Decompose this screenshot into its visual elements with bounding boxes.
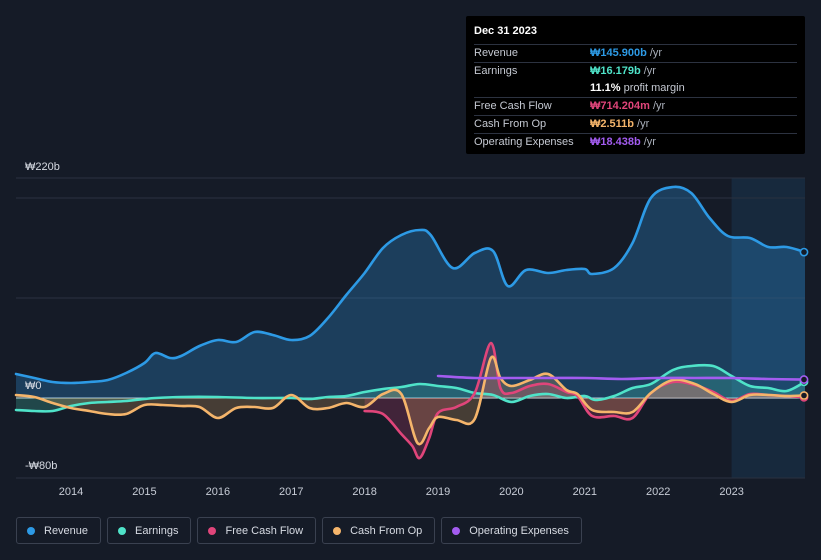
x-tick-label: 2018 (352, 486, 376, 498)
legend-label: Cash From Op (350, 524, 423, 537)
tooltip-unit: /yr (637, 118, 650, 130)
x-tick-label: 2017 (279, 486, 303, 498)
tooltip-label: Revenue (474, 47, 519, 59)
cash-from-op-end-marker (799, 391, 809, 400)
legend-label: Operating Expenses (469, 524, 569, 537)
tooltip-value: 11.1% (590, 82, 621, 94)
tooltip-row-revenue: Revenue ₩145.900b /yr (474, 44, 797, 62)
tooltip-value: ₩16.179b (590, 65, 641, 77)
cash-from-op-dot-icon (333, 526, 342, 535)
tooltip-unit: /yr (643, 136, 656, 148)
legend-item-operating-expenses[interactable]: Operating Expenses (441, 517, 582, 544)
legend-item-revenue[interactable]: Revenue (16, 517, 102, 544)
tooltip-unit: /yr (652, 100, 666, 112)
tooltip-row-margin: 11.1% profit margin (474, 80, 797, 97)
tooltip-unit: /yr (643, 65, 656, 77)
tooltip-label: Free Cash Flow (474, 100, 552, 112)
tooltip-row-opex: Operating Expenses ₩18.438b /yr (474, 133, 797, 151)
tooltip-row-fcf: Free Cash Flow ₩714.204m /yr (474, 97, 797, 115)
x-tick-label: 2022 (646, 486, 670, 498)
tooltip-value: ₩18.438b (590, 136, 641, 148)
legend-label: Earnings (135, 524, 179, 537)
tooltip-label: Operating Expenses (474, 136, 574, 148)
tooltip-unit: /yr (649, 47, 663, 59)
tooltip-label (474, 80, 590, 97)
y-axis-zero-label: ₩0 (25, 380, 42, 392)
y-axis-top-label: ₩220b (25, 161, 60, 173)
x-tick-label: 2019 (426, 486, 450, 498)
legend-label: Revenue (44, 524, 89, 537)
tooltip-unit: profit margin (623, 82, 685, 94)
revenue-dot-icon (27, 526, 35, 535)
legend-item-cash-from-op[interactable]: Cash From Op (322, 517, 436, 544)
legend: Revenue Earnings Free Cash Flow Cash Fro… (16, 517, 582, 544)
tooltip-date: Dec 31 2023 (474, 25, 537, 37)
earnings-dot-icon (118, 526, 127, 535)
tooltip-row-earnings: Earnings ₩16.179b /yr (474, 62, 797, 80)
legend-item-free-cash-flow[interactable]: Free Cash Flow (197, 517, 317, 544)
tooltip-value: ₩714.204m (590, 100, 650, 112)
operating-expenses-end-marker (799, 375, 809, 384)
y-axis-bottom-label: -₩80b (25, 460, 58, 472)
tooltip-value: ₩145.900b (590, 47, 647, 59)
tooltip-label: Cash From Op (474, 118, 547, 130)
x-tick-label: 2021 (573, 486, 597, 498)
x-tick-label: 2020 (499, 486, 523, 498)
x-tick-label: 2014 (59, 486, 83, 498)
tooltip-label: Earnings (474, 65, 518, 77)
legend-item-earnings[interactable]: Earnings (107, 517, 192, 544)
operating-expenses-dot-icon (452, 526, 461, 535)
free-cash-flow-dot-icon (208, 526, 217, 535)
tooltip-value: ₩2.511b (590, 118, 635, 130)
x-tick-label: 2023 (719, 486, 743, 498)
x-axis-ticks: 2014 2015 2016 2017 2018 2019 2020 2021 2022 2023 (59, 486, 744, 498)
x-tick-label: 2015 (132, 486, 156, 498)
revenue-end-marker (799, 247, 809, 257)
legend-label: Free Cash Flow (225, 524, 304, 537)
x-tick-label: 2016 (206, 486, 230, 498)
tooltip-row-cfo: Cash From Op ₩2.511b /yr (474, 115, 797, 133)
data-tooltip: Dec 31 2023 Revenue ₩145.900b /yr Earnin… (466, 16, 805, 154)
